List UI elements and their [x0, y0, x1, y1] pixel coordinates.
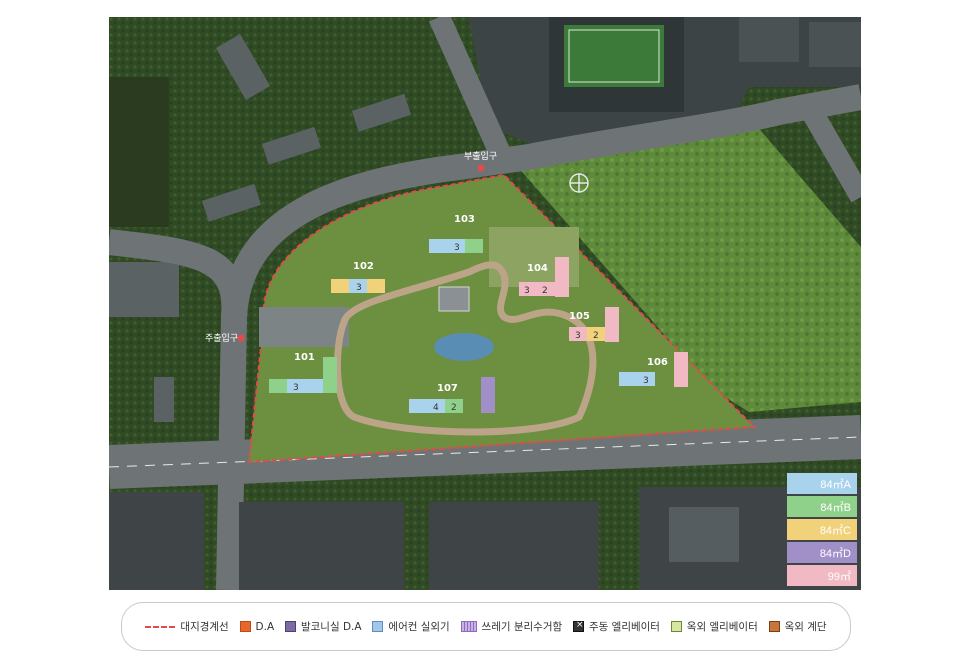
building-104-label: 104	[527, 263, 548, 274]
south-block-1	[109, 492, 204, 590]
site-plan-svg: 3 3 3 2 3 2 3 4 2 3 102 103 104 105 106 …	[109, 17, 861, 590]
key-da-label: D.A	[255, 620, 275, 633]
ac-outdoor-icon	[372, 621, 384, 632]
da-icon	[239, 621, 251, 632]
legend-label-84b: 84㎡B	[820, 502, 851, 514]
legend-84b: 84㎡B	[787, 496, 857, 517]
central-facility	[438, 286, 470, 312]
south-block-2	[239, 502, 404, 590]
symbol-key-legend: 대지경계선 D.A 발코니실 D.A 에어컨 실외기 쓰레기 분리수거함 주동 …	[121, 602, 851, 651]
legend-84a: 84㎡A	[787, 473, 857, 494]
unit-type-legend: 84㎡A 84㎡B 84㎡C 84㎡D 99㎡	[787, 473, 857, 586]
unit-number-3: 3	[643, 376, 649, 386]
key-outdoor-elevator-label: 옥외 엘리베이터	[686, 621, 758, 633]
main-entrance-label: 주출입구	[205, 332, 238, 344]
west-building-1	[109, 262, 179, 317]
unit-number-3: 3	[293, 383, 299, 393]
west-building-2	[154, 377, 174, 422]
legend-label-84d: 84㎡D	[819, 548, 851, 560]
legend-label-84a: 84㎡A	[820, 479, 851, 491]
building-101-label: 101	[294, 352, 315, 363]
central-pond	[434, 333, 494, 361]
balcony-da-icon	[284, 621, 296, 632]
west-forest	[109, 77, 169, 227]
key-da: D.A	[239, 620, 275, 633]
building-106-label: 106	[647, 357, 668, 368]
legend-99: 99㎡	[787, 565, 857, 586]
main-entrance-marker	[237, 334, 245, 342]
key-trash-label: 쓰레기 분리수거함	[481, 621, 563, 633]
sub-entrance-label: 부출입구	[464, 150, 497, 162]
unit-number-3: 3	[524, 286, 530, 296]
key-boundary: 대지경계선	[145, 619, 229, 634]
key-ac-outdoor-label: 에어컨 실외기	[388, 621, 450, 633]
northeast-building-2	[809, 22, 861, 67]
key-elevator-label: 주동 엘리베이터	[589, 621, 660, 633]
unit-number-3: 3	[454, 243, 460, 253]
unit-number-3: 3	[356, 283, 362, 293]
northeast-building	[739, 17, 799, 62]
key-outdoor-stairs: 옥외 계단	[768, 619, 827, 634]
key-elevator: 주동 엘리베이터	[573, 619, 660, 634]
key-ac-outdoor: 에어컨 실외기	[372, 619, 450, 634]
site-plan-map: 3 3 3 2 3 2 3 4 2 3 102 103 104 105 106 …	[109, 17, 861, 590]
legend-label-84c: 84㎡C	[819, 525, 851, 537]
legend-label-99: 99㎡	[827, 571, 851, 583]
outdoor-stairs-icon	[768, 621, 780, 632]
key-boundary-label: 대지경계선	[180, 621, 229, 633]
key-outdoor-stairs-label: 옥외 계단	[784, 621, 827, 633]
building-105-label: 105	[569, 311, 590, 322]
sub-entrance-marker	[477, 164, 485, 172]
outdoor-elevator-icon	[670, 621, 682, 632]
site-parking-lot	[259, 307, 349, 347]
building-107-label: 107	[437, 383, 458, 394]
unit-number-2: 2	[593, 331, 599, 341]
key-trash: 쓰레기 분리수거함	[460, 619, 563, 634]
building-102-label: 102	[353, 261, 374, 272]
key-outdoor-elevator: 옥외 엘리베이터	[670, 619, 758, 634]
unit-number-3: 3	[575, 331, 581, 341]
sports-field	[564, 25, 664, 87]
south-building	[669, 507, 739, 562]
legend-84d: 84㎡D	[787, 542, 857, 563]
unit-number-2: 2	[451, 403, 457, 413]
legend-84c: 84㎡C	[787, 519, 857, 540]
unit-number-4: 4	[433, 403, 439, 413]
unit-number-2: 2	[542, 286, 548, 296]
trash-bin-icon	[460, 621, 477, 632]
boundary-line-icon	[145, 625, 176, 628]
key-balcony-da-label: 발코니실 D.A	[300, 621, 362, 633]
south-block-3	[429, 502, 599, 590]
elevator-icon	[573, 620, 584, 632]
building-103-label: 103	[454, 214, 475, 225]
key-balcony-da: 발코니실 D.A	[284, 619, 362, 634]
